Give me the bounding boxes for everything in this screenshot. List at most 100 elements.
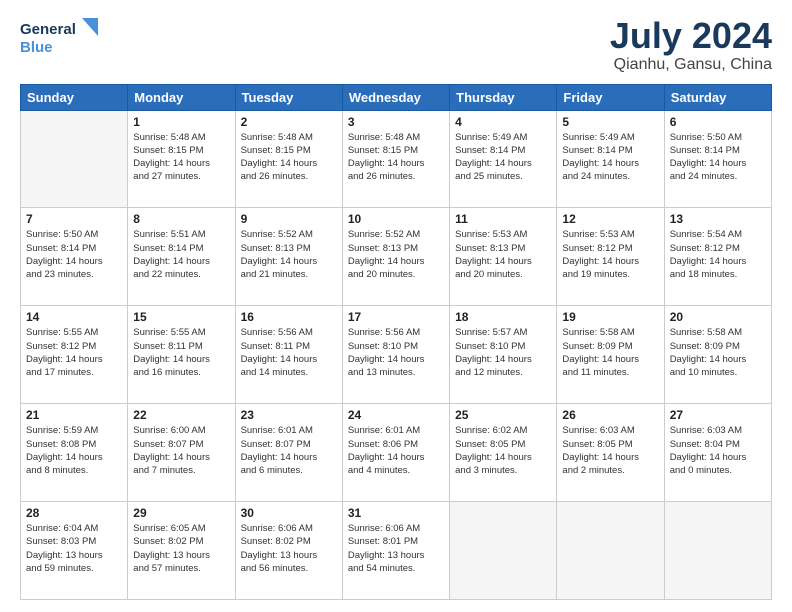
day-info: Sunrise: 6:01 AM Sunset: 8:06 PM Dayligh… (348, 424, 444, 477)
calendar-cell: 23Sunrise: 6:01 AM Sunset: 8:07 PM Dayli… (235, 404, 342, 502)
calendar-cell (557, 502, 664, 600)
weekday-header-monday: Monday (128, 84, 235, 110)
day-info: Sunrise: 5:48 AM Sunset: 8:15 PM Dayligh… (241, 131, 337, 184)
subtitle: Qianhu, Gansu, China (610, 56, 772, 74)
calendar-cell: 30 Sunrise: 6:06 AM Sunset: 8:02 PM Dayli… (235, 502, 342, 600)
day-number: 22 (133, 408, 229, 422)
day-info: Sunrise: 5:55 AM Sunset: 8:12 PM Dayligh… (26, 326, 122, 379)
calendar-cell: 7 Sunrise: 5:50 AM Sunset: 8:14 PM Daylig… (21, 208, 128, 306)
calendar-cell: 19Sunrise: 5:58 AM Sunset: 8:09 PM Dayli… (557, 306, 664, 404)
calendar-cell: 22 Sunrise: 6:00 AM Sunset: 8:07 PM Dayli… (128, 404, 235, 502)
day-number: 11 (455, 212, 551, 226)
day-number: 18 (455, 310, 551, 324)
day-number: 8 (133, 212, 229, 226)
day-number: 5 (562, 115, 658, 129)
weekday-header-saturday: Saturday (664, 84, 771, 110)
calendar-cell: 10 Sunrise: 5:52 AM Sunset: 8:13 PM Dayli… (342, 208, 449, 306)
calendar-cell: 16 Sunrise: 5:56 AM Sunset: 8:11 PM Dayli… (235, 306, 342, 404)
weekday-header-thursday: Thursday (450, 84, 557, 110)
calendar-cell: 9 Sunrise: 5:52 AM Sunset: 8:13 PM Daylig… (235, 208, 342, 306)
logo: General Blue (20, 16, 100, 60)
day-info: Sunrise: 6:00 AM Sunset: 8:07 PM Dayligh… (133, 424, 229, 477)
calendar-cell: 31 Sunrise: 6:06 AM Sunset: 8:01 PM Dayli… (342, 502, 449, 600)
day-info: Sunrise: 5:55 AM Sunset: 8:11 PM Dayligh… (133, 326, 229, 379)
day-info: Sunrise: 6:06 AM Sunset: 8:01 PM Dayligh… (348, 522, 444, 575)
calendar-cell: 15 Sunrise: 5:55 AM Sunset: 8:11 PM Dayli… (128, 306, 235, 404)
day-info: Sunrise: 5:56 AM Sunset: 8:11 PM Dayligh… (241, 326, 337, 379)
day-number: 10 (348, 212, 444, 226)
day-info: Sunrise: 5:50 AM Sunset: 8:14 PM Dayligh… (670, 131, 766, 184)
calendar-cell: 14 Sunrise: 5:55 AM Sunset: 8:12 PM Dayli… (21, 306, 128, 404)
main-title: July 2024 (610, 16, 772, 56)
day-number: 6 (670, 115, 766, 129)
day-number: 31 (348, 506, 444, 520)
day-info: Sunrise: 5:58 AM Sunset: 8:09 PM Dayligh… (670, 326, 766, 379)
day-number: 24 (348, 408, 444, 422)
calendar-cell: 29 Sunrise: 6:05 AM Sunset: 8:02 PM Dayli… (128, 502, 235, 600)
weekday-header-friday: Friday (557, 84, 664, 110)
day-number: 15 (133, 310, 229, 324)
day-info: Sunrise: 6:05 AM Sunset: 8:02 PM Dayligh… (133, 522, 229, 575)
title-block: July 2024 Qianhu, Gansu, China (610, 16, 772, 74)
day-number: 29 (133, 506, 229, 520)
day-number: 20 (670, 310, 766, 324)
day-info: Sunrise: 5:52 AM Sunset: 8:13 PM Dayligh… (241, 228, 337, 281)
calendar-cell: 28 Sunrise: 6:04 AM Sunset: 8:03 PM Dayli… (21, 502, 128, 600)
day-number: 14 (26, 310, 122, 324)
day-number: 7 (26, 212, 122, 226)
day-info: Sunrise: 5:52 AM Sunset: 8:13 PM Dayligh… (348, 228, 444, 281)
day-info: Sunrise: 5:53 AM Sunset: 8:12 PM Dayligh… (562, 228, 658, 281)
day-info: Sunrise: 6:03 AM Sunset: 8:04 PM Dayligh… (670, 424, 766, 477)
calendar-cell: 25Sunrise: 6:02 AM Sunset: 8:05 PM Dayli… (450, 404, 557, 502)
calendar-week-3: 14 Sunrise: 5:55 AM Sunset: 8:12 PM Dayli… (21, 306, 772, 404)
calendar-week-4: 21 Sunrise: 5:59 AM Sunset: 8:08 PM Dayli… (21, 404, 772, 502)
calendar-week-1: 1Sunrise: 5:48 AM Sunset: 8:15 PM Daylig… (21, 110, 772, 208)
calendar-cell: 6 Sunrise: 5:50 AM Sunset: 8:14 PM Daylig… (664, 110, 771, 208)
day-info: Sunrise: 5:56 AM Sunset: 8:10 PM Dayligh… (348, 326, 444, 379)
day-number: 17 (348, 310, 444, 324)
day-number: 27 (670, 408, 766, 422)
calendar-cell (664, 502, 771, 600)
calendar-cell: 2 Sunrise: 5:48 AM Sunset: 8:15 PM Daylig… (235, 110, 342, 208)
day-info: Sunrise: 6:01 AM Sunset: 8:07 PM Dayligh… (241, 424, 337, 477)
calendar-cell: 3Sunrise: 5:48 AM Sunset: 8:15 PM Daylig… (342, 110, 449, 208)
day-info: Sunrise: 6:02 AM Sunset: 8:05 PM Dayligh… (455, 424, 551, 477)
calendar-cell: 26Sunrise: 6:03 AM Sunset: 8:05 PM Dayli… (557, 404, 664, 502)
day-number: 2 (241, 115, 337, 129)
calendar-week-5: 28 Sunrise: 6:04 AM Sunset: 8:03 PM Dayli… (21, 502, 772, 600)
day-number: 4 (455, 115, 551, 129)
day-info: Sunrise: 5:51 AM Sunset: 8:14 PM Dayligh… (133, 228, 229, 281)
day-info: Sunrise: 6:06 AM Sunset: 8:02 PM Dayligh… (241, 522, 337, 575)
weekday-header-sunday: Sunday (21, 84, 128, 110)
calendar-table: SundayMondayTuesdayWednesdayThursdayFrid… (20, 84, 772, 600)
weekday-header-tuesday: Tuesday (235, 84, 342, 110)
calendar-cell: 8 Sunrise: 5:51 AM Sunset: 8:14 PM Daylig… (128, 208, 235, 306)
calendar-cell: 1Sunrise: 5:48 AM Sunset: 8:15 PM Daylig… (128, 110, 235, 208)
calendar-week-2: 7 Sunrise: 5:50 AM Sunset: 8:14 PM Daylig… (21, 208, 772, 306)
day-info: Sunrise: 5:50 AM Sunset: 8:14 PM Dayligh… (26, 228, 122, 281)
day-number: 28 (26, 506, 122, 520)
day-number: 26 (562, 408, 658, 422)
calendar-cell: 18 Sunrise: 5:57 AM Sunset: 8:10 PM Dayli… (450, 306, 557, 404)
day-number: 16 (241, 310, 337, 324)
calendar-cell (21, 110, 128, 208)
day-info: Sunrise: 5:57 AM Sunset: 8:10 PM Dayligh… (455, 326, 551, 379)
svg-text:General: General (20, 21, 76, 38)
day-number: 21 (26, 408, 122, 422)
calendar-cell: 13Sunrise: 5:54 AM Sunset: 8:12 PM Dayli… (664, 208, 771, 306)
day-number: 30 (241, 506, 337, 520)
day-info: Sunrise: 5:59 AM Sunset: 8:08 PM Dayligh… (26, 424, 122, 477)
svg-text:Blue: Blue (20, 39, 53, 56)
weekday-header-wednesday: Wednesday (342, 84, 449, 110)
day-number: 9 (241, 212, 337, 226)
day-info: Sunrise: 5:54 AM Sunset: 8:12 PM Dayligh… (670, 228, 766, 281)
day-info: Sunrise: 5:53 AM Sunset: 8:13 PM Dayligh… (455, 228, 551, 281)
day-info: Sunrise: 6:04 AM Sunset: 8:03 PM Dayligh… (26, 522, 122, 575)
day-info: Sunrise: 5:49 AM Sunset: 8:14 PM Dayligh… (562, 131, 658, 184)
day-info: Sunrise: 5:49 AM Sunset: 8:14 PM Dayligh… (455, 131, 551, 184)
calendar-cell: 21 Sunrise: 5:59 AM Sunset: 8:08 PM Dayli… (21, 404, 128, 502)
calendar-cell: 20 Sunrise: 5:58 AM Sunset: 8:09 PM Dayli… (664, 306, 771, 404)
calendar-cell: 12Sunrise: 5:53 AM Sunset: 8:12 PM Dayli… (557, 208, 664, 306)
calendar-cell: 27 Sunrise: 6:03 AM Sunset: 8:04 PM Dayli… (664, 404, 771, 502)
day-info: Sunrise: 5:48 AM Sunset: 8:15 PM Dayligh… (133, 131, 229, 184)
